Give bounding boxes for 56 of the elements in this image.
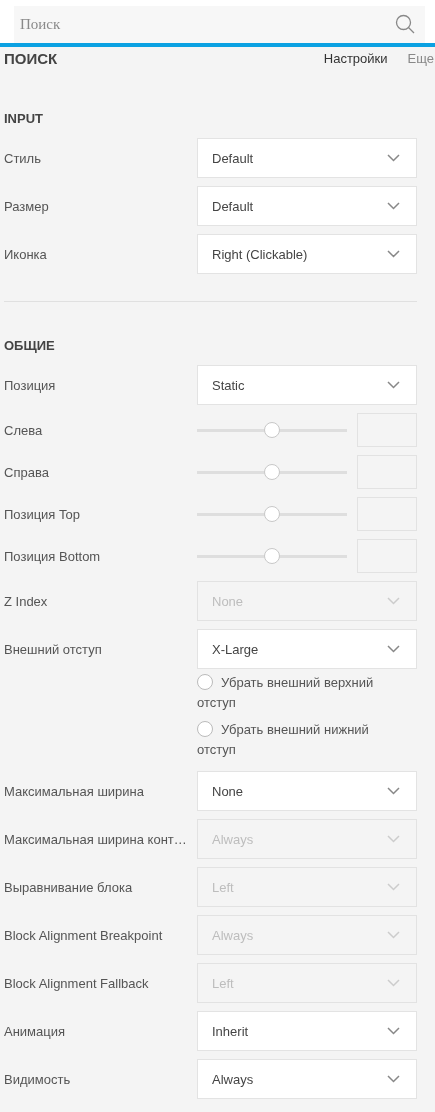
slider[interactable] (197, 464, 347, 480)
dropdown[interactable]: Inherit (197, 1011, 417, 1051)
slider-thumb[interactable] (264, 464, 280, 480)
checkbox-option[interactable]: Убрать внешний верхний отступ (197, 673, 392, 713)
chevron-down-icon (387, 202, 400, 210)
tab[interactable]: Настройки (323, 50, 388, 66)
field-label: Выравнивание блока (4, 879, 134, 895)
dropdown[interactable]: Always (197, 1059, 417, 1099)
field-label: Стиль (4, 150, 42, 166)
field-label: Block Alignment Breakpoint (4, 927, 164, 943)
chevron-down-icon (387, 1075, 400, 1083)
field-label: Внешний отступ (4, 641, 103, 657)
field-label: Максимальная ширина (4, 783, 145, 799)
field-label: Размер (4, 198, 50, 214)
section-heading: ОБЩИЕ (3, 337, 56, 355)
dropdown[interactable]: Default (197, 186, 417, 226)
field-label: Максимальная ширина конт… (4, 831, 188, 847)
field-label: Позиция (4, 377, 57, 393)
slider-thumb[interactable] (264, 422, 280, 438)
checkbox-circle-icon[interactable] (197, 674, 213, 690)
field-label: Анимация (4, 1023, 67, 1039)
dropdown[interactable]: Default (197, 138, 417, 178)
checkbox-circle-icon[interactable] (197, 721, 213, 737)
slider-thumb[interactable] (264, 548, 280, 564)
search-field[interactable]: Поиск (14, 6, 425, 43)
chevron-down-icon (387, 154, 400, 162)
slider-thumb[interactable] (264, 506, 280, 522)
field-label: Иконка (4, 246, 48, 262)
chevron-down-icon (387, 787, 400, 795)
section-heading: INPUT (3, 110, 44, 128)
field-label: Block Alignment Fallback (4, 975, 150, 991)
chevron-down-icon (387, 645, 400, 653)
field-label: Видимость (4, 1071, 72, 1087)
dropdown[interactable]: X-Large (197, 629, 417, 669)
slider[interactable] (197, 422, 347, 438)
dropdown[interactable]: None (197, 771, 417, 811)
chevron-down-icon (387, 979, 400, 987)
field-label: Z Index (4, 593, 49, 609)
chevron-down-icon (387, 931, 400, 939)
dropdown[interactable]: Static (197, 365, 417, 405)
chevron-down-icon (387, 1027, 400, 1035)
field-label: Справа (4, 464, 50, 480)
dropdown[interactable]: Right (Clickable) (197, 234, 417, 274)
slider[interactable] (197, 548, 347, 564)
chevron-down-icon (387, 883, 400, 891)
panel-title: ПОИСК (4, 49, 58, 67)
checkbox-option[interactable]: Убрать внешний нижний отступ (197, 720, 392, 760)
chevron-down-icon (387, 250, 400, 258)
slider[interactable] (197, 506, 347, 522)
field-label: Позиция Top (4, 506, 81, 522)
chevron-down-icon (387, 835, 400, 843)
field-label: Слева (4, 422, 44, 438)
field-label: Позиция Bottom (4, 548, 102, 564)
chevron-down-icon (387, 597, 400, 605)
chevron-down-icon (387, 381, 400, 389)
search-icon[interactable] (395, 14, 415, 34)
